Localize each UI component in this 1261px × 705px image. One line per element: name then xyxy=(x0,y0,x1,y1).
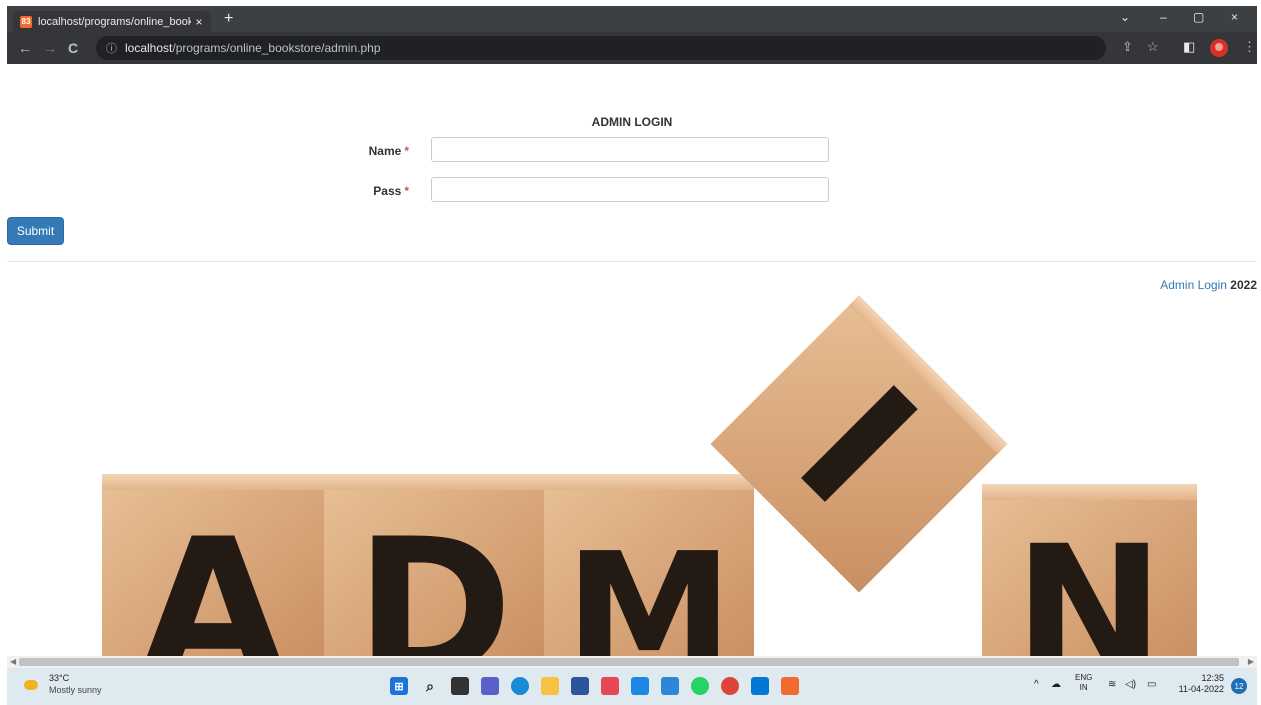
browser-toolbar: ← → C ⓘ localhost/programs/online_bookst… xyxy=(7,32,1257,64)
taskbar: 33°C Mostly sunny ⊞ ⌕ ^ ☁ ENG IN ≋ ◁) ▭ … xyxy=(7,668,1257,705)
reload-icon[interactable]: C xyxy=(68,40,78,56)
store-icon[interactable] xyxy=(571,677,589,695)
chrome-icon[interactable] xyxy=(721,677,739,695)
page-title: ADMIN LOGIN xyxy=(591,115,673,129)
page-content: ADMIN LOGIN Name * Pass * Submit Admin Log… xyxy=(7,64,1257,656)
tab-search-icon[interactable]: ⌄ xyxy=(1120,10,1130,24)
url-path: /programs/online_bookstore/admin.php xyxy=(172,41,381,55)
edge-icon[interactable] xyxy=(511,677,529,695)
xampp-icon[interactable] xyxy=(781,677,799,695)
footer: Admin Login 2022 xyxy=(1160,278,1257,292)
show-hidden-icons-icon[interactable]: ^ xyxy=(1034,679,1039,690)
vscode-icon[interactable] xyxy=(751,677,769,695)
tab-title: localhost/programs/online_book xyxy=(38,15,191,28)
pass-label: Pass * xyxy=(373,184,409,198)
divider xyxy=(7,261,1257,262)
battery-icon[interactable]: ▭ xyxy=(1147,679,1156,690)
notepad-icon[interactable] xyxy=(661,677,679,695)
wifi-icon[interactable]: ≋ xyxy=(1108,679,1116,690)
block-n: N xyxy=(982,484,1197,656)
horizontal-scrollbar[interactable]: ◀ ▶ xyxy=(7,656,1257,668)
block-m: M xyxy=(544,474,754,656)
weather-sun-icon[interactable] xyxy=(24,680,38,690)
mail-icon[interactable] xyxy=(631,677,649,695)
required-mark: * xyxy=(404,184,409,198)
footer-year: 2022 xyxy=(1230,278,1257,292)
password-input[interactable] xyxy=(431,177,829,202)
gift-app-icon[interactable] xyxy=(601,677,619,695)
volume-icon[interactable]: ◁) xyxy=(1125,679,1136,690)
task-view-icon[interactable] xyxy=(451,677,469,695)
site-info-icon[interactable]: ⓘ xyxy=(106,40,117,56)
side-panel-icon[interactable]: ◧ xyxy=(1183,39,1195,55)
url-host: localhost xyxy=(125,41,173,55)
block-d: D xyxy=(324,474,544,656)
forward-icon[interactable]: → xyxy=(43,40,57,56)
browser-tab-strip: 83 localhost/programs/online_book × + ⌄ … xyxy=(7,6,1257,32)
required-mark: * xyxy=(404,144,409,158)
bookmark-star-icon[interactable]: ☆ xyxy=(1147,39,1159,55)
whatsapp-icon[interactable] xyxy=(691,677,709,695)
start-icon[interactable]: ⊞ xyxy=(390,677,408,695)
address-bar[interactable]: ⓘ localhost/programs/online_bookstore/ad… xyxy=(96,36,1106,60)
new-tab-icon[interactable]: + xyxy=(224,10,233,28)
search-icon[interactable]: ⌕ xyxy=(421,677,439,695)
browser-tab[interactable]: 83 localhost/programs/online_book × xyxy=(13,11,211,32)
back-icon[interactable]: ← xyxy=(18,40,32,56)
language-indicator[interactable]: ENG IN xyxy=(1075,673,1092,693)
block-a: A xyxy=(102,474,324,656)
admin-blocks-image: A D M I N xyxy=(102,295,1197,656)
letter-m: M xyxy=(564,517,733,656)
maximize-icon[interactable]: ▢ xyxy=(1193,10,1204,24)
scroll-right-icon[interactable]: ▶ xyxy=(1248,656,1254,668)
name-label: Name * xyxy=(368,144,409,158)
share-icon[interactable]: ⇪ xyxy=(1122,39,1133,55)
file-explorer-icon[interactable] xyxy=(541,677,559,695)
notification-badge[interactable]: 12 xyxy=(1231,678,1247,694)
name-input[interactable] xyxy=(431,137,829,162)
clock[interactable]: 12:35 11-04-2022 xyxy=(1168,673,1224,695)
profile-avatar[interactable] xyxy=(1210,39,1228,57)
tab-close-icon[interactable]: × xyxy=(191,15,207,29)
scroll-left-icon[interactable]: ◀ xyxy=(10,656,16,668)
weather-description[interactable]: Mostly sunny xyxy=(49,685,102,695)
submit-button[interactable]: Submit xyxy=(7,217,64,245)
weather-temperature[interactable]: 33°C xyxy=(49,673,69,683)
scrollbar-thumb[interactable] xyxy=(19,658,1239,666)
minimize-icon[interactable]: – xyxy=(1160,10,1167,24)
xampp-favicon-icon: 83 xyxy=(20,15,32,28)
menu-kebab-icon[interactable]: ⋮ xyxy=(1243,39,1256,55)
window-close-icon[interactable]: × xyxy=(1231,10,1238,24)
admin-login-link[interactable]: Admin Login xyxy=(1160,278,1227,292)
letter-d: D xyxy=(355,498,513,656)
letter-n: N xyxy=(1014,508,1165,656)
onedrive-icon[interactable]: ☁ xyxy=(1051,679,1061,690)
letter-a: A xyxy=(139,498,286,656)
teams-chat-icon[interactable] xyxy=(481,677,499,695)
